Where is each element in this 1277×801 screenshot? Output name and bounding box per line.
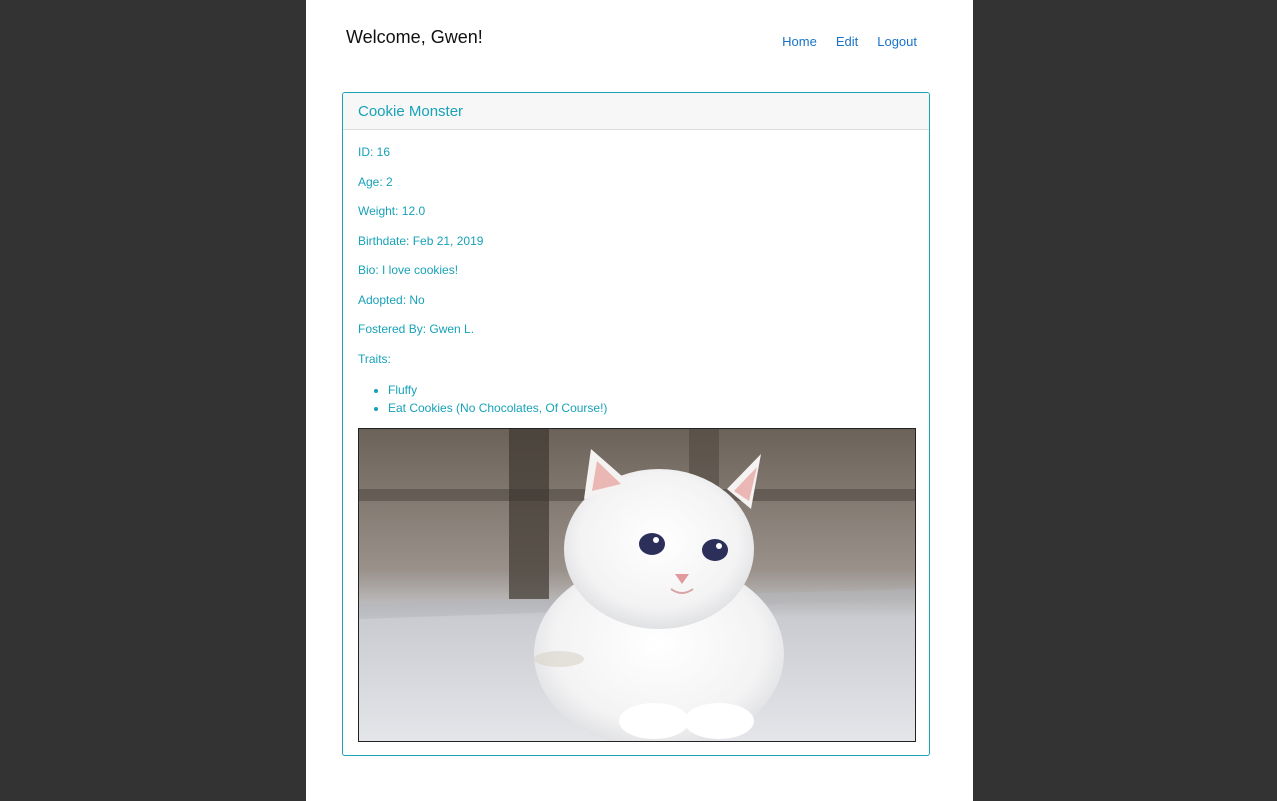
trait-item: Eat Cookies (No Chocolates, Of Course!)	[388, 399, 914, 417]
pet-weight: Weight: 12.0	[358, 204, 426, 218]
trait-item: Fluffy	[388, 381, 914, 399]
page-container: Welcome, Gwen! Home Edit Logout Cookie M…	[306, 0, 973, 801]
top-nav: Home Edit Logout	[763, 34, 917, 49]
welcome-heading: Welcome, Gwen!	[346, 27, 483, 47]
pet-traits-label: Traits:	[358, 351, 391, 366]
pet-name: Cookie Monster	[358, 102, 464, 120]
pet-id: ID: 16	[358, 145, 391, 159]
pet-age: Age: 2	[358, 174, 393, 189]
kitten-image	[359, 429, 915, 741]
pet-photo	[358, 428, 916, 742]
pet-adopted: Adopted: No	[358, 292, 425, 307]
pet-fostered-by: Fostered By: Gwen L.	[358, 322, 475, 336]
pet-birthdate: Birthdate: Feb 21, 2019	[358, 233, 484, 248]
pet-card: Cookie Monster ID: 16 Age: 2 Weight: 12.…	[342, 92, 930, 756]
nav-logout-link[interactable]: Logout	[877, 34, 917, 49]
nav-edit-link[interactable]: Edit	[836, 34, 858, 49]
pet-bio: Bio: I love cookies!	[358, 263, 459, 277]
traits-list: Fluffy Eat Cookies (No Chocolates, Of Co…	[358, 381, 914, 417]
pet-card-header: Cookie Monster	[343, 93, 929, 130]
nav-home-link[interactable]: Home	[782, 34, 817, 49]
pet-card-body: ID: 16 Age: 2 Weight: 12.0 Birthdate: Fe…	[343, 130, 929, 417]
